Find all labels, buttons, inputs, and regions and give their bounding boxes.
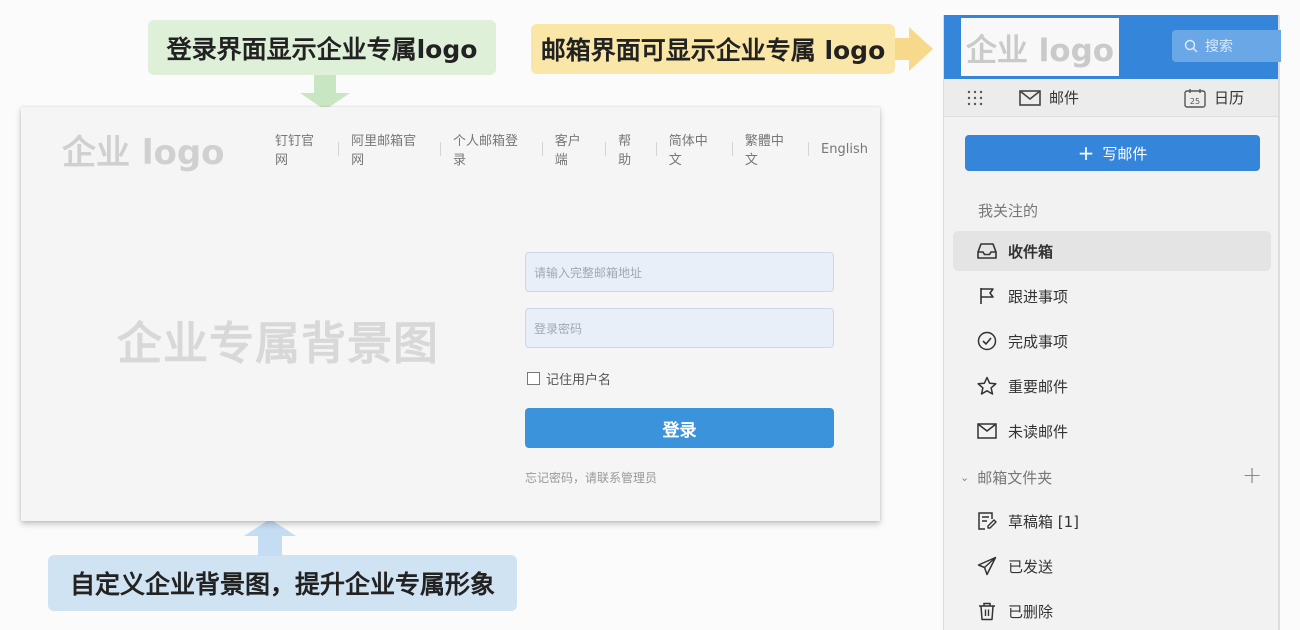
nav-client-link[interactable]: 客户端 [543,130,605,168]
section-folders-label: 邮箱文件夹 [977,469,1053,487]
callout-arrow-up-head [244,519,296,536]
nav-traditional-chinese-link[interactable]: 繁體中文 [733,130,808,168]
callout-mail-logo: 邮箱界面可显示企业专属 logo [531,24,895,74]
remember-username[interactable]: 记住用户名 [527,369,611,388]
mail-logo: 企业 logo [961,18,1119,76]
sidebar-item-label: 重要邮件 [1008,377,1069,396]
callout-arrow-up [258,536,282,556]
forgot-password-text: 忘记密码，请联系管理员 [525,471,658,485]
plus-icon: + [1077,141,1095,165]
top-nav: 钉钉官网 阿里邮箱官网 个人邮箱登录 客户端 帮助 简体中文 繁體中文 Engl… [263,130,880,168]
nav-alimail-link[interactable]: 阿里邮箱官网 [339,130,440,168]
background-placeholder-text: 企业专属背景图 [117,317,440,370]
sidebar-item-label: 已发送 [1008,557,1054,576]
chevron-down-icon: ⌄ [960,471,970,484]
trash-icon [979,602,995,621]
tab-calendar-label: 日历 [1214,89,1245,107]
sidebar-item-label: 完成事项 [1008,332,1069,351]
star-icon [977,376,997,395]
envelope-icon [1019,89,1041,106]
sidebar-item-label: 收件箱 [1008,242,1054,261]
nav-help-link[interactable]: 帮助 [606,130,656,168]
callout-arrow-down [314,75,336,93]
inbox-icon [977,243,997,259]
envelope-icon [977,423,997,439]
nav-english-link[interactable]: English [809,142,880,157]
callout-arrow-right [895,38,909,60]
mail-tabs: 邮件 25 日历 [944,79,1278,117]
login-button[interactable]: 登录 [525,408,834,448]
callout-arrow-right-head [909,27,933,71]
nav-personal-login-link[interactable]: 个人邮箱登录 [441,130,542,168]
section-folders[interactable]: ⌄ 邮箱文件夹 [960,467,1052,488]
sidebar-item-inbox[interactable]: 收件箱 [953,231,1271,271]
sidebar-item-sent[interactable]: 已发送 [953,546,1271,586]
search-icon [1184,39,1198,53]
login-logo: 企业 logo [62,133,225,173]
callout-background: 自定义企业背景图，提升企业专属形象 [48,555,517,611]
sidebar-item-drafts[interactable]: 草稿箱 [1] [953,501,1271,541]
search-placeholder: 搜索 [1205,39,1233,55]
nav-simplified-chinese-link[interactable]: 简体中文 [657,130,732,168]
sidebar-item-trash[interactable]: 已删除 [953,591,1271,630]
tab-mail-label: 邮件 [1049,89,1080,107]
compose-button[interactable]: + 写邮件 [965,135,1260,171]
sidebar-item-completed[interactable]: 完成事项 [953,321,1271,361]
remember-checkbox[interactable] [527,372,540,385]
sidebar-item-label: 草稿箱 [1] [1008,512,1080,531]
mail-sidebar: 企业 logo 搜索 邮件 25 日历 + 写邮件 我关注的 收件箱 跟进事项 … [943,15,1281,630]
tab-calendar[interactable]: 25 日历 [1184,87,1244,108]
calendar-day: 25 [1190,97,1200,106]
sidebar-item-important[interactable]: 重要邮件 [953,366,1271,406]
apps-grid-icon[interactable] [966,89,984,107]
sidebar-item-follow-up[interactable]: 跟进事项 [953,276,1271,316]
callout-login-logo: 登录界面显示企业专属logo [148,20,496,75]
draft-icon [978,512,997,530]
section-followed: 我关注的 [978,202,1039,220]
sidebar-item-label: 跟进事项 [1008,287,1069,306]
sidebar-item-label: 未读邮件 [1008,422,1069,441]
sidebar-item-label: 已删除 [1008,602,1054,621]
login-window: 企业 logo 钉钉官网 阿里邮箱官网 个人邮箱登录 客户端 帮助 简体中文 繁… [21,107,880,521]
password-input[interactable]: 登录密码 [525,308,834,348]
search-input[interactable]: 搜索 [1172,30,1281,62]
add-folder-button[interactable]: + [1242,461,1262,489]
nav-dingtalk-link[interactable]: 钉钉官网 [263,130,338,168]
check-circle-icon [977,331,997,351]
sidebar-item-unread[interactable]: 未读邮件 [953,411,1271,451]
remember-label: 记住用户名 [546,373,612,388]
mail-header: 企业 logo 搜索 [944,15,1281,79]
compose-label: 写邮件 [1102,144,1148,163]
email-input[interactable]: 请输入完整邮箱地址 [525,252,834,292]
calendar-icon: 25 [1184,88,1206,108]
send-icon [977,556,997,576]
tab-mail[interactable]: 邮件 [1019,87,1079,108]
flag-icon [980,288,994,304]
